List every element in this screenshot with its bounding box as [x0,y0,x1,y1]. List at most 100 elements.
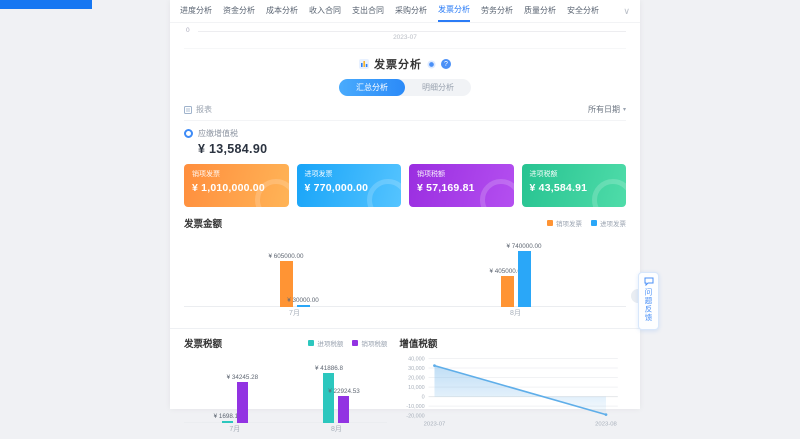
date-filter[interactable]: 所有日期 ▾ [588,104,626,115]
vat-amount-section: 增值税额 40,00030,00020,00010,0000-10,000-20… [399,336,626,439]
category-label: 8月 [510,307,521,319]
nav-tab[interactable]: 安全分析 [567,1,599,21]
legend-label: 销项税额 [361,338,387,348]
bar-value-label: ¥ 41886.8 [315,365,343,372]
nav-tab[interactable]: 发票分析 [438,0,470,22]
chat-bubble-icon [644,277,654,286]
caret-down-icon: ▾ [623,106,626,113]
feedback-widget[interactable]: 问题反馈 [638,272,659,330]
bar-group: ¥ 41886.8¥ 22924.538月 [323,353,349,435]
nav-tab[interactable]: 成本分析 [266,1,298,21]
card-label: 销项发票 [192,169,281,179]
x-tick-label: 2023-07 [184,34,626,41]
legend-item[interactable]: 进项发票 [591,218,626,228]
nav-tabs: 进度分析资金分析成本分析收入合同支出合同采购分析发票分析劳务分析质量分析安全分析… [170,0,640,23]
nav-tab[interactable]: 资金分析 [223,1,255,21]
feedback-collapse-handle[interactable] [631,289,638,303]
legend-item[interactable]: 销项税额 [352,338,387,348]
bar-value-label: ¥ 22924.53 [328,388,360,395]
y-tick-label: 20,000 [408,375,425,381]
feedback-label: 问题反馈 [643,288,654,322]
top-left-banner [0,0,92,9]
bar-group: ¥ 605000.00¥ 30000.007月 [280,233,310,319]
chevron-down-icon[interactable]: ∨ [623,6,630,17]
category-label: 8月 [331,423,342,435]
vat-line-chart: 40,00030,00020,00010,0000-10,000-20,000 … [399,350,626,439]
line-chart-svg: 40,00030,00020,00010,0000-10,000-20,000 … [399,350,626,434]
bar-value-label: ¥ 34245.28 [227,374,259,381]
toggle-option[interactable]: 汇总分析 [339,79,405,96]
summary-card: 进项税额¥ 43,584.91 [522,164,627,207]
bar [237,382,248,423]
summary-card: 销项发票¥ 1,010,000.00 [184,164,289,207]
legend-swatch [308,340,314,346]
invoice-amount-legend: 销项发票 进项发票 [547,218,626,228]
y-tick-label: 0 [422,394,425,400]
coin-icon [427,60,436,69]
bar-column: ¥ 34245.28 [237,374,248,423]
data-point [433,364,436,367]
bar-value-label: ¥ 605000.00 [268,253,303,260]
legend-item[interactable]: 进项税额 [308,338,343,348]
section-title: 发票金额 [184,216,222,230]
y-zero-tick: 0 [186,27,190,34]
report-label: 报表 [196,104,212,115]
toggle-option[interactable]: 明细分析 [405,79,471,96]
kpi-label: 应缴增值税 [198,128,238,139]
bar-column: ¥ 30000.00 [297,297,310,307]
bar-column: ¥ 740000.00 [518,243,531,307]
invoice-tax-legend: 进项税额 销项税额 [308,338,387,348]
nav-tab[interactable]: 质量分析 [524,1,556,21]
section-title: 增值税额 [399,336,437,350]
bar [323,373,334,423]
divider [170,328,640,329]
legend-swatch [591,220,597,226]
bottom-charts-row: 发票税额 进项税额 销项税额 ¥ 1698.11¥ 34245.287月 ¥ 418… [184,336,626,439]
summary-card: 销项税额¥ 57,169.81 [409,164,514,207]
bar-group: ¥ 1698.11¥ 34245.287月 [222,353,248,435]
bar [518,251,531,307]
nav-tab[interactable]: 进度分析 [180,1,212,21]
x-tick-label: 2023-07 [424,422,446,428]
legend-label: 进项发票 [600,218,626,228]
legend-item[interactable]: 销项发票 [547,218,582,228]
summary-cards: 销项发票¥ 1,010,000.00进项发票¥ 770,000.00销项税额¥ … [184,164,626,207]
category-label: 7月 [289,307,300,319]
nav-tab[interactable]: 支出合同 [352,1,384,21]
bar-groups: ¥ 605000.00¥ 30000.007月¥ 405000.00¥ 7400… [184,233,626,319]
legend-swatch [352,340,358,346]
donut-icon [184,129,193,138]
bar-group: ¥ 405000.00 ¥ 740000.008月 [501,233,531,319]
invoice-amount-bar-chart: ¥ 605000.00¥ 30000.007月¥ 405000.00¥ 7400… [184,233,626,319]
bar-column: ¥ 405000.00 [501,268,514,307]
section-title: 发票税额 [184,336,222,350]
bar-pair: ¥ 605000.00¥ 30000.00 [280,253,310,307]
invoice-amount-section: 发票金额 销项发票进项发票 ¥ 605000.00¥ 30000.007月¥ 4… [184,216,626,319]
page-title: 发票分析 [374,56,422,72]
nav-tab[interactable]: 收入合同 [309,1,341,21]
y-tick-label: -20,000 [407,413,425,419]
help-icon[interactable]: ? [441,59,451,69]
report-switch[interactable]: 报表 [184,104,212,115]
bar-pair: ¥ 41886.8¥ 22924.53 [323,365,349,423]
y-tick-label: 40,000 [408,356,425,362]
nav-tab[interactable]: 劳务分析 [481,1,513,21]
nav-tab[interactable]: 采购分析 [395,1,427,21]
bar-groups: ¥ 1698.11¥ 34245.287月¥ 41886.8¥ 22924.53… [184,353,387,435]
y-tick-label: 10,000 [408,385,425,391]
card-label: 销项税额 [417,169,506,179]
legend-label: 进项税额 [317,338,343,348]
view-toggle: 汇总分析明细分析 [339,79,471,96]
prev-chart-remnant: 0 2023-07 [184,23,626,49]
report-icon [184,106,192,114]
bar [338,396,349,423]
bar [501,276,514,307]
bar-value-label: ¥ 740000.00 [506,243,541,250]
summary-card: 进项发票¥ 770,000.00 [297,164,402,207]
main-panel: 进度分析资金分析成本分析收入合同支出合同采购分析发票分析劳务分析质量分析安全分析… [170,0,640,409]
bar-value-label: ¥ 30000.00 [287,297,319,304]
invoice-tax-bar-chart: ¥ 1698.11¥ 34245.287月¥ 41886.8¥ 22924.53… [184,353,387,435]
kpi-value: ¥ 13,584.90 [198,142,626,156]
filter-bar: 报表 所有日期 ▾ [184,104,626,121]
card-label: 进项税额 [530,169,619,179]
